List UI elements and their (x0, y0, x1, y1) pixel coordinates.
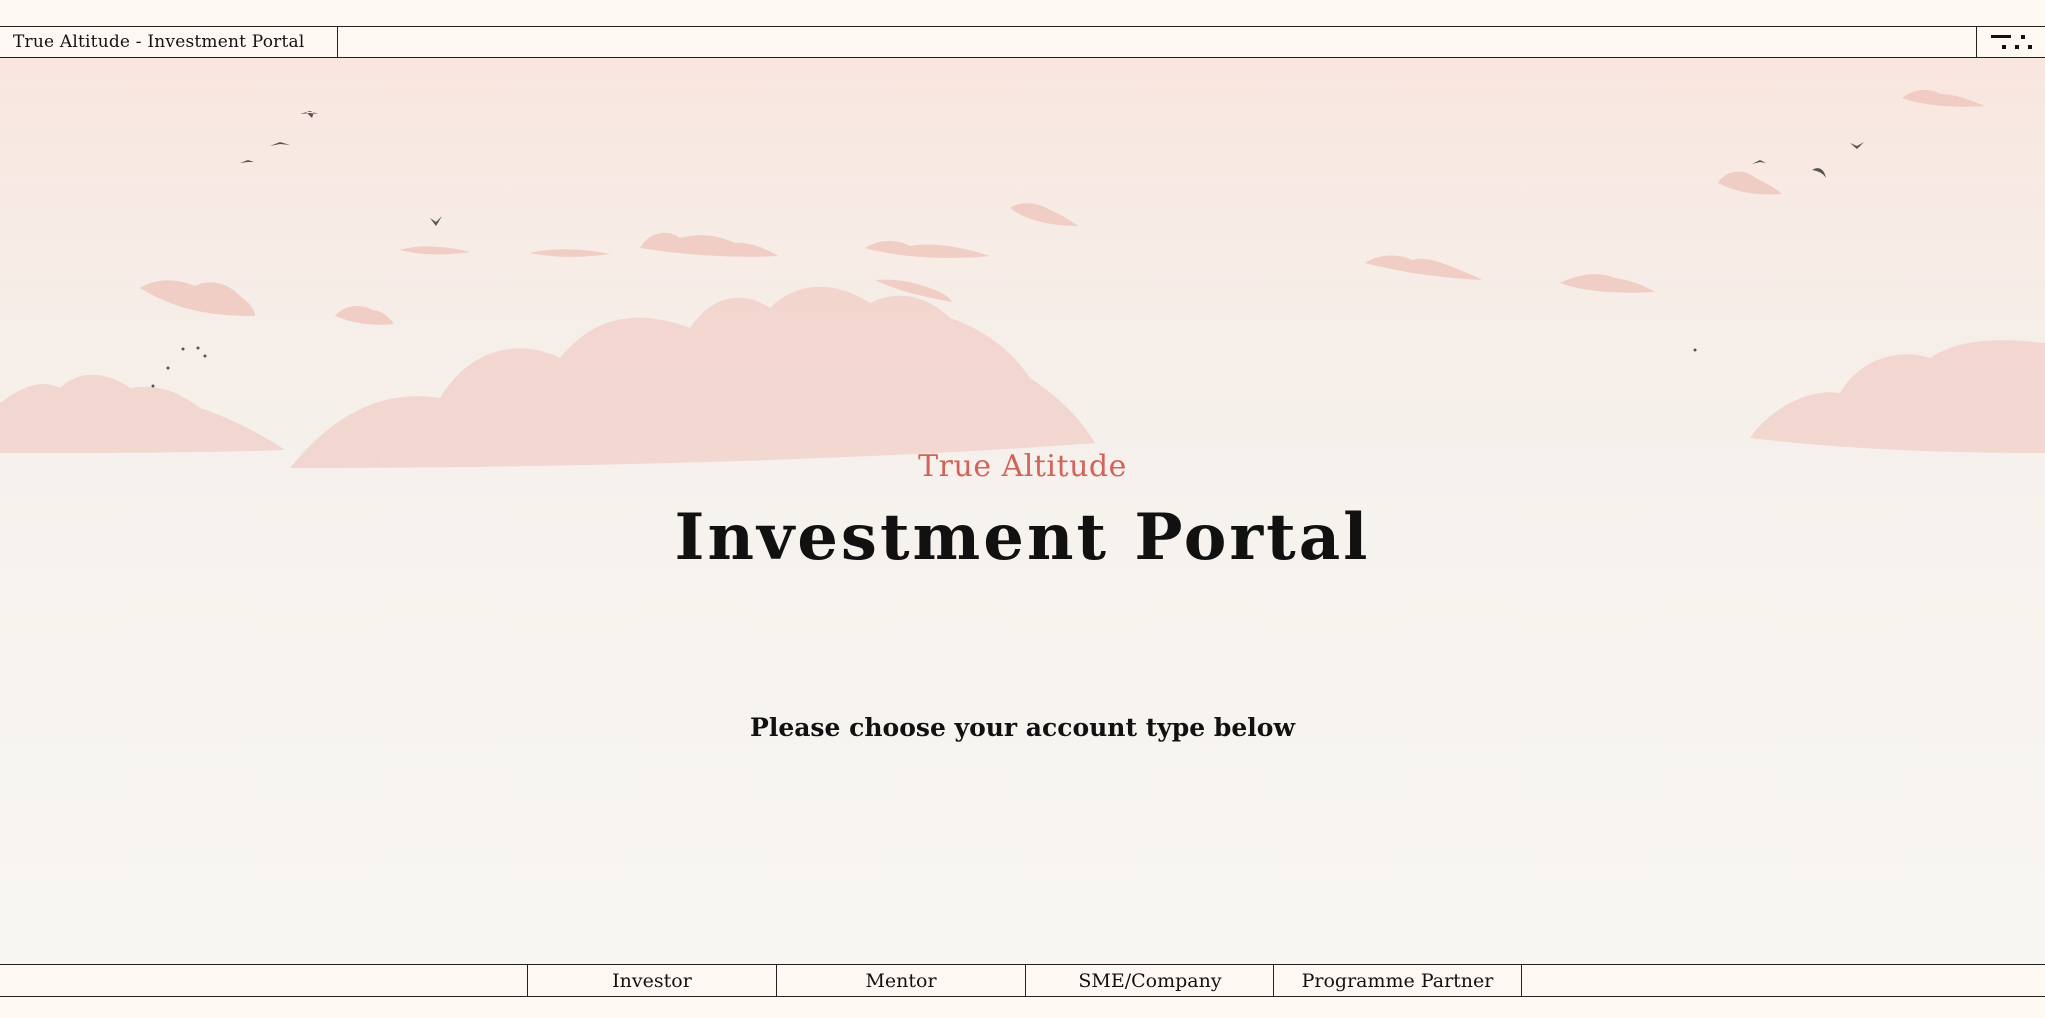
tab-investor[interactable]: Investor (527, 965, 776, 996)
hero-section: True Altitude Investment Portal Please c… (0, 58, 2045, 964)
menu-dots-icon (1991, 35, 2032, 49)
brand-kicker: True Altitude (918, 449, 1127, 484)
page-title: Investment Portal (674, 500, 1371, 575)
brand-title[interactable]: True Altitude - Investment Portal (0, 27, 338, 57)
top-bar: True Altitude - Investment Portal (0, 26, 2045, 58)
menu-button[interactable] (1976, 27, 2045, 57)
tab-mentor[interactable]: Mentor (776, 965, 1025, 996)
tab-programme-partner[interactable]: Programme Partner (1273, 965, 1522, 996)
tab-sme-company[interactable]: SME/Company (1025, 965, 1274, 996)
account-type-bar: Investor Mentor SME/Company Programme Pa… (0, 964, 2045, 997)
account-type-prompt: Please choose your account type below (750, 713, 1295, 742)
